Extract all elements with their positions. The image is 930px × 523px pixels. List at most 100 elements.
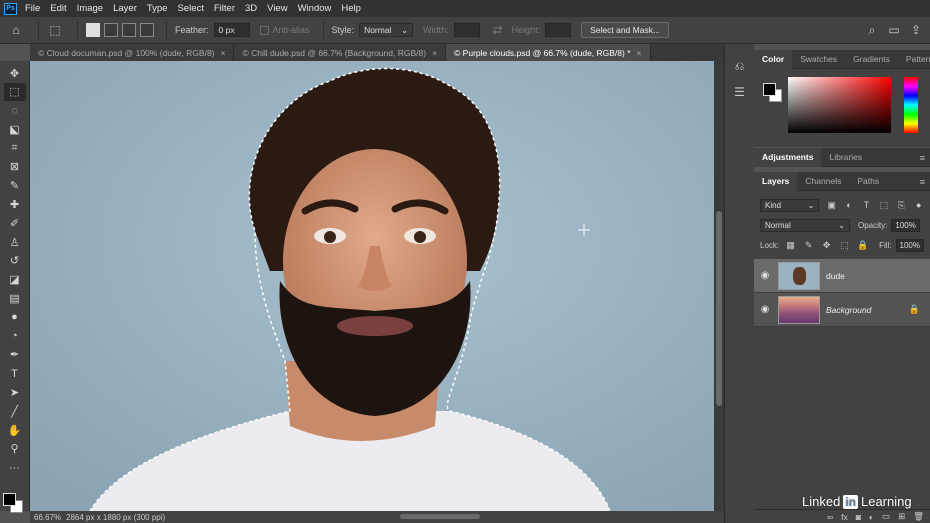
document-canvas[interactable] [30, 61, 714, 511]
mask-icon[interactable]: ◙ [856, 512, 861, 522]
lock-all-icon[interactable]: 🔒 [857, 240, 868, 251]
layer-row-dude[interactable]: ◉ dude [754, 259, 930, 293]
swap-icon[interactable]: ⇄ [490, 22, 506, 38]
pixel-filter-icon[interactable]: ▣ [826, 200, 836, 211]
new-layer-icon[interactable]: ⊞ [898, 511, 905, 522]
lock-transparent-icon[interactable]: ▦ [785, 240, 796, 251]
adjustment-filter-icon[interactable]: ◐ [844, 200, 854, 211]
width-input[interactable] [453, 23, 480, 37]
group-icon[interactable]: ▭ [882, 511, 890, 522]
document-info[interactable]: 2864 px x 1880 px (300 ppi) [66, 513, 165, 522]
move-tool-icon[interactable]: ✥ [4, 64, 26, 82]
zoom-level[interactable]: 66.67% [30, 513, 66, 522]
clone-stamp-icon[interactable]: ♙ [4, 233, 26, 251]
tab-swatches[interactable]: Swatches [792, 50, 845, 69]
eye-icon[interactable]: ◉ [754, 304, 776, 315]
subtract-selection-button[interactable] [122, 23, 136, 37]
menu-view[interactable]: View [267, 3, 287, 14]
menu-3d[interactable]: 3D [245, 3, 257, 14]
home-icon[interactable]: ⌂ [8, 22, 24, 38]
menu-file[interactable]: File [25, 3, 40, 14]
dodge-icon[interactable]: ◔ [4, 327, 26, 345]
antialias-checkbox[interactable] [259, 25, 269, 35]
tab-layers[interactable]: Layers [754, 171, 798, 191]
layer-filter-select[interactable]: Kind ⌄ [760, 198, 820, 212]
tab-adjustments[interactable]: Adjustments [754, 147, 822, 167]
panel-menu-icon[interactable]: ≡ [920, 153, 925, 163]
menu-filter[interactable]: Filter [214, 3, 235, 14]
tab-gradients[interactable]: Gradients [845, 50, 898, 69]
intersect-selection-button[interactable] [140, 23, 154, 37]
share-icon[interactable]: ⇪ [908, 22, 924, 38]
gradient-icon[interactable]: ▤ [4, 290, 26, 308]
smart-object-filter-icon[interactable]: ⎘ [896, 200, 906, 211]
close-icon[interactable]: × [221, 48, 226, 58]
filter-toggle-icon[interactable]: ● [914, 200, 924, 211]
eye-icon[interactable]: ◉ [754, 270, 776, 281]
layer-row-background[interactable]: ◉ Background 🔒 [754, 293, 930, 327]
panel-foreground-swatch[interactable] [763, 83, 776, 96]
style-select[interactable]: Normal ⌄ [359, 23, 414, 37]
lock-artboard-icon[interactable]: ⬚ [839, 240, 850, 251]
zoom-icon[interactable]: ⚲ [4, 440, 26, 458]
menu-select[interactable]: Select [177, 3, 203, 14]
rectangular-marquee-icon[interactable]: ⬚ [3, 82, 26, 101]
lasso-icon[interactable]: ◌ [4, 102, 26, 120]
add-selection-button[interactable] [104, 23, 118, 37]
lock-position-icon[interactable]: ✥ [821, 240, 832, 251]
crop-icon[interactable]: ⌗ [4, 139, 26, 157]
trash-icon[interactable]: 🗑 [913, 511, 924, 522]
close-icon[interactable]: × [432, 48, 437, 58]
scroll-thumb[interactable] [716, 211, 722, 406]
menu-help[interactable]: Help [341, 3, 361, 14]
blend-mode-select[interactable]: Normal ⌄ [760, 218, 850, 232]
shape-filter-icon[interactable]: ⬚ [879, 200, 889, 211]
blur-icon[interactable]: ● [4, 308, 26, 326]
vertical-scrollbar[interactable] [714, 61, 724, 511]
close-icon[interactable]: × [637, 48, 642, 58]
frame-icon[interactable]: ⊠ [4, 158, 26, 176]
hue-slider[interactable] [904, 77, 918, 133]
tab-channels[interactable]: Channels [797, 172, 849, 191]
color-field[interactable] [788, 77, 891, 133]
foreground-color[interactable] [3, 493, 16, 506]
menu-type[interactable]: Type [147, 3, 168, 14]
pen-icon[interactable]: ✒ [4, 346, 26, 364]
feather-input[interactable]: 0 px [213, 23, 250, 37]
tab-cloud-documan[interactable]: © Cloud documan.psd @ 100% (dude, RGB/8)… [30, 44, 235, 61]
more-tools-icon[interactable]: ··· [4, 459, 26, 477]
path-select-icon[interactable]: ➤ [4, 384, 26, 402]
tab-patterns[interactable]: Patterns [898, 50, 930, 69]
opacity-input[interactable]: 100% [891, 218, 920, 232]
workspace-icon[interactable]: ▭ [886, 22, 902, 38]
tab-purple-clouds[interactable]: © Purple clouds.psd @ 66.7% (dude, RGB/8… [446, 44, 651, 61]
horizontal-scroll-thumb[interactable] [400, 514, 480, 519]
eyedropper-icon[interactable]: ✎ [4, 177, 26, 195]
fx-icon[interactable]: fx [841, 512, 848, 522]
panel-menu-icon[interactable]: ≡ [920, 177, 925, 187]
link-icon[interactable]: ∞ [827, 512, 833, 522]
history-icon[interactable]: ⎌ [730, 56, 750, 76]
menu-window[interactable]: Window [298, 3, 332, 14]
tab-color[interactable]: Color [754, 49, 793, 69]
height-input[interactable] [545, 23, 572, 37]
healing-brush-icon[interactable]: ✚ [4, 196, 26, 214]
eraser-icon[interactable]: ◪ [4, 271, 26, 289]
tab-libraries[interactable]: Libraries [821, 148, 870, 167]
brush-icon[interactable]: ✐ [4, 214, 26, 232]
tab-chill-dude[interactable]: © Chill dude.psd @ 66.7% (Background, RG… [234, 44, 447, 61]
lock-image-icon[interactable]: ✎ [803, 240, 814, 251]
history-brush-icon[interactable]: ↺ [4, 252, 26, 270]
menu-edit[interactable]: Edit [50, 3, 66, 14]
line-icon[interactable]: ╱ [4, 402, 26, 420]
menu-layer[interactable]: Layer [113, 3, 137, 14]
hand-icon[interactable]: ✋ [4, 421, 26, 439]
type-filter-icon[interactable]: T [861, 200, 871, 211]
type-icon[interactable]: T [4, 365, 26, 383]
search-icon[interactable]: ⌕ [864, 22, 880, 38]
marquee-preset-icon[interactable]: ⬚ [47, 22, 63, 38]
fill-input[interactable]: 100% [895, 238, 924, 252]
tab-paths[interactable]: Paths [849, 172, 887, 191]
select-and-mask-button[interactable]: Select and Mask... [581, 22, 670, 38]
new-selection-button[interactable] [86, 23, 100, 37]
